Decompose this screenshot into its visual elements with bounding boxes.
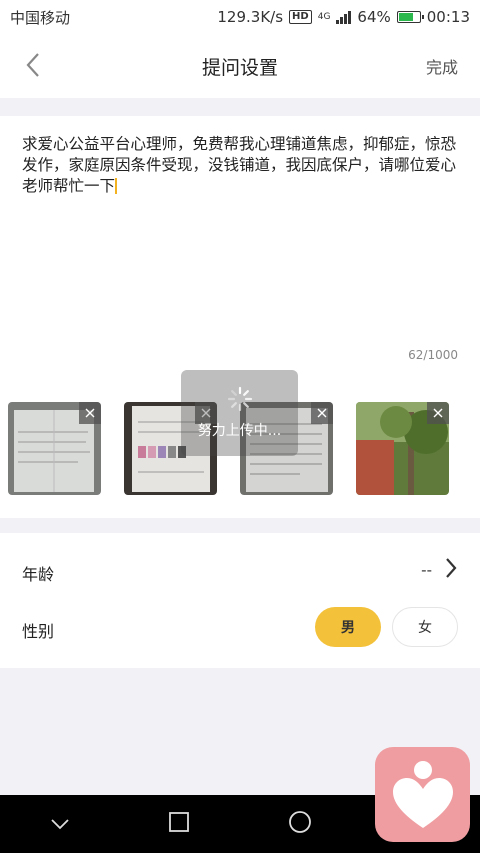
gender-label: 性别 [22, 622, 55, 641]
recents-icon[interactable] [168, 812, 189, 836]
done-button[interactable]: 完成 [426, 54, 458, 78]
back-icon[interactable] [18, 50, 48, 80]
home-icon[interactable] [288, 810, 312, 838]
hd-icon: HD [289, 10, 312, 24]
photo-thumbnail[interactable] [8, 402, 101, 495]
remove-photo-button[interactable] [311, 402, 333, 424]
network-speed: 129.3K/s [217, 8, 284, 26]
page-title: 提问设置 [201, 56, 278, 79]
age-label: 年龄 [22, 565, 55, 584]
photo-thumbnail[interactable] [356, 402, 449, 495]
network-type: 4G [317, 11, 331, 22]
top-nav: 提问设置 完成 [0, 34, 480, 98]
status-bar: 中国移动 129.3K/s HD 4G 64% 00:13 [0, 0, 480, 34]
upload-loading-toast: 努力上传中... [181, 370, 298, 456]
question-section: 求爱心公益平台心理师，免费帮我心理铺道焦虑，抑郁症，惊恐发作，家庭原因条件受现，… [0, 116, 480, 518]
age-value[interactable]: -- [421, 561, 432, 579]
profile-form: 年龄 -- 性别 男 女 [0, 533, 480, 668]
gender-female-button[interactable]: 女 [392, 607, 458, 647]
battery-icon [396, 11, 424, 23]
question-text: 求爱心公益平台心理师，免费帮我心理铺道焦虑，抑郁症，惊恐发作，家庭原因条件受现，… [22, 135, 457, 195]
status-indicators: 129.3K/s HD 4G 64% 00:13 [217, 8, 470, 26]
text-caret [115, 178, 117, 194]
char-counter: 62/1000 [408, 348, 458, 362]
signal-icon [336, 10, 352, 24]
battery-percent: 64% [357, 8, 391, 26]
chevron-right-icon[interactable] [444, 557, 458, 583]
gender-male-button[interactable]: 男 [315, 607, 381, 647]
remove-photo-button[interactable] [427, 402, 449, 424]
clock: 00:13 [426, 8, 470, 26]
spinner-icon [227, 386, 252, 412]
remove-photo-button[interactable] [79, 402, 101, 424]
heart-person-icon [392, 760, 453, 828]
chevron-down-icon[interactable] [50, 815, 70, 834]
loading-text: 努力上传中... [197, 423, 282, 439]
heart-logo-button[interactable] [375, 747, 470, 842]
carrier-label: 中国移动 [10, 8, 71, 27]
question-textarea[interactable]: 求爱心公益平台心理师，免费帮我心理铺道焦虑，抑郁症，惊恐发作，家庭原因条件受现，… [22, 134, 462, 197]
